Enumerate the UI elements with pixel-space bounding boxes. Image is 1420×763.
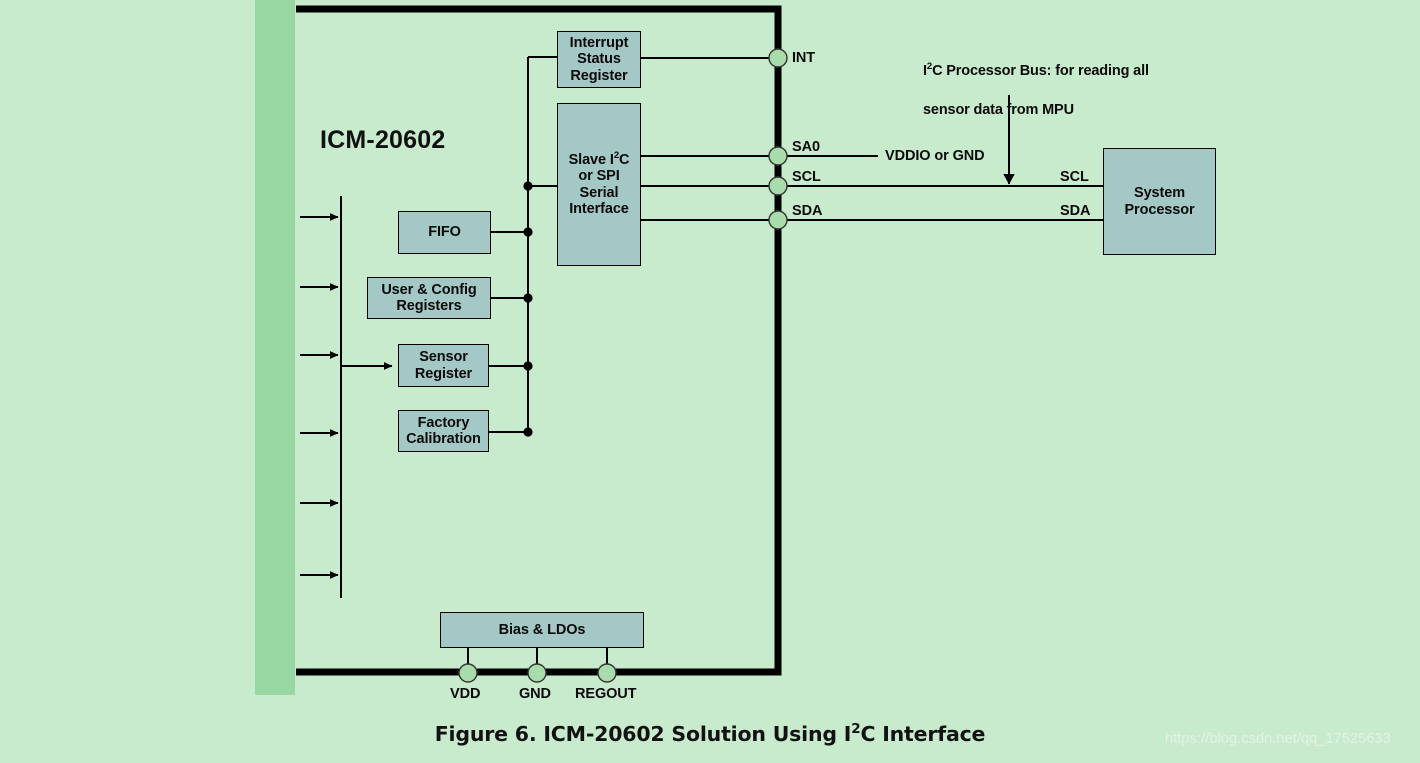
caption-prefix: Figure 6. ICM-20602 Solution Using I xyxy=(434,722,852,746)
block-slave-serial-interface[interactable]: Slave I2C or SPI Serial Interface xyxy=(557,103,641,266)
annotation-line-2: sensor data from MPU xyxy=(923,101,1074,118)
pin-label-gnd: GND xyxy=(519,686,551,702)
block-system-processor[interactable]: System Processor xyxy=(1103,148,1216,255)
pin-scl[interactable] xyxy=(768,176,788,196)
block-label: Interrupt Status Register xyxy=(569,34,629,84)
pin-gnd[interactable] xyxy=(527,663,547,683)
block-sensor-register[interactable]: Sensor Register xyxy=(398,344,489,387)
block-label: Bias & LDOs xyxy=(498,621,586,638)
block-user-config-registers[interactable]: User & Config Registers xyxy=(367,277,491,319)
net-label-vddio-or-gnd: VDDIO or GND xyxy=(885,148,985,164)
block-factory-calibration[interactable]: Factory Calibration xyxy=(398,410,489,452)
pin-sda[interactable] xyxy=(768,210,788,230)
chip-title: ICM-20602 xyxy=(320,126,446,154)
block-interrupt-status-register[interactable]: Interrupt Status Register xyxy=(557,31,641,88)
block-label: User & Config Registers xyxy=(381,281,477,314)
pin-layer xyxy=(458,48,788,683)
net-label-scl: SCL xyxy=(1060,169,1089,185)
pin-regout[interactable] xyxy=(597,663,617,683)
pin-label-regout: REGOUT xyxy=(575,686,637,702)
pin-label-int: INT xyxy=(792,50,816,66)
annotation-i2c-processor-bus: I2C Processor Bus: for reading all senso… xyxy=(923,42,1149,120)
pin-int[interactable] xyxy=(768,48,788,68)
pin-label-sda: SDA xyxy=(792,203,823,219)
block-label: Factory Calibration xyxy=(406,414,481,447)
pin-label-vdd: VDD xyxy=(450,686,481,702)
block-label: Slave I2C or SPI Serial Interface xyxy=(568,149,630,217)
block-label: FIFO xyxy=(428,224,461,241)
block-bias-and-ldos[interactable]: Bias & LDOs xyxy=(440,612,644,648)
block-label: System Processor xyxy=(1124,185,1195,218)
figure-canvas: ICM-20602 Interrupt Status Register Slav… xyxy=(0,0,1420,763)
pin-vdd[interactable] xyxy=(458,663,478,683)
net-label-sda: SDA xyxy=(1060,203,1091,219)
block-fifo[interactable]: FIFO xyxy=(398,211,491,254)
block-label: Sensor Register xyxy=(414,349,473,382)
pin-label-scl: SCL xyxy=(792,169,821,185)
pin-sa0[interactable] xyxy=(768,146,788,166)
annotation-line-1: I2C Processor Bus: for reading all xyxy=(923,60,1149,79)
watermark: https://blog.csdn.net/qq_17525633 xyxy=(1165,731,1391,747)
caption-suffix: C Interface xyxy=(860,722,986,746)
pin-label-sa0: SA0 xyxy=(792,139,820,155)
